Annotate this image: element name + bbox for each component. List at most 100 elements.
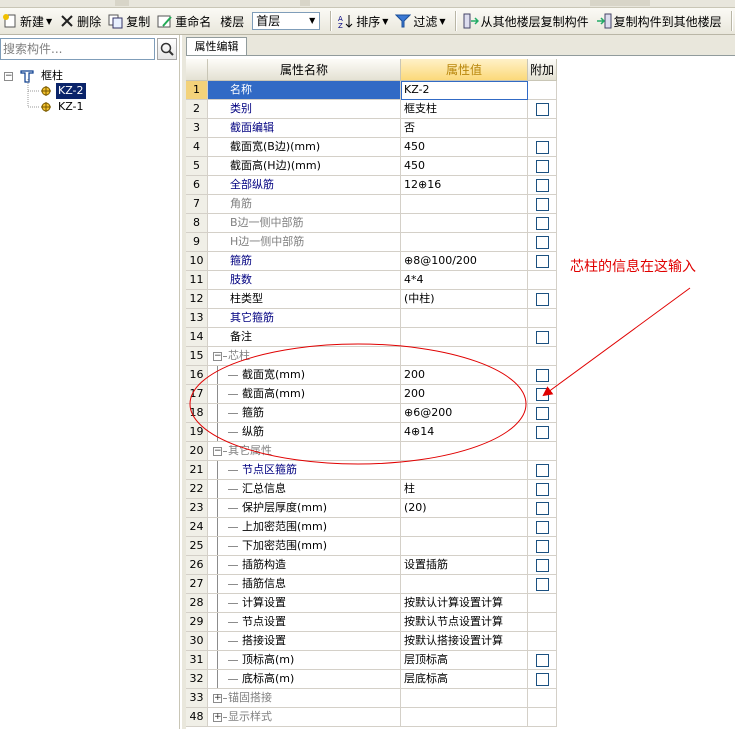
header-property-value[interactable]: 属性值 xyxy=(401,59,528,81)
property-name-cell[interactable]: H边一侧中部筋 xyxy=(208,233,401,252)
table-row[interactable]: 8 B边一侧中部筋 xyxy=(186,214,557,233)
append-checkbox[interactable] xyxy=(536,217,549,230)
expand-icon[interactable]: + xyxy=(213,694,222,703)
property-name-cell[interactable]: 类别 xyxy=(208,100,401,119)
property-name-cell[interactable]: 节点设置 xyxy=(208,613,401,632)
collapse-icon[interactable]: − xyxy=(213,447,222,456)
property-value-cell[interactable]: 按默认搭接设置计算 xyxy=(401,632,528,651)
property-name-cell[interactable]: 名称 xyxy=(208,81,401,100)
table-row[interactable]: 24 上加密范围(mm) xyxy=(186,518,557,537)
property-name-cell[interactable]: 全部纵筋 xyxy=(208,176,401,195)
append-checkbox[interactable] xyxy=(536,369,549,382)
property-name-cell[interactable]: + 显示样式 xyxy=(208,708,401,727)
table-row[interactable]: 33 + 锚固搭接 xyxy=(186,689,557,708)
property-value-cell[interactable]: 设置插筋 xyxy=(401,556,528,575)
property-value-cell[interactable] xyxy=(401,518,528,537)
property-name-cell[interactable]: 截面编辑 xyxy=(208,119,401,138)
copy-from-floor-button[interactable]: 从其他楼层复制构件 xyxy=(461,10,591,32)
table-row[interactable]: 13 其它箍筋 xyxy=(186,309,557,328)
property-name-cell[interactable]: B边一侧中部筋 xyxy=(208,214,401,233)
table-row[interactable]: 23 保护层厚度(mm) (20) xyxy=(186,499,557,518)
property-name-cell[interactable]: 汇总信息 xyxy=(208,480,401,499)
table-row[interactable]: 12 柱类型 (中柱) xyxy=(186,290,557,309)
property-value-cell[interactable]: 按默认计算设置计算 xyxy=(401,594,528,613)
property-name-cell[interactable]: 搭接设置 xyxy=(208,632,401,651)
property-name-cell[interactable]: − 其它属性 xyxy=(208,442,401,461)
property-name-cell[interactable]: 保护层厚度(mm) xyxy=(208,499,401,518)
property-name-cell[interactable]: 上加密范围(mm) xyxy=(208,518,401,537)
append-checkbox[interactable] xyxy=(536,331,549,344)
table-row[interactable]: 28 计算设置 按默认计算设置计算 xyxy=(186,594,557,613)
table-row[interactable]: 29 节点设置 按默认节点设置计算 xyxy=(186,613,557,632)
table-row[interactable]: 5 截面高(H边)(mm) 450 xyxy=(186,157,557,176)
copy-button[interactable]: 复制 xyxy=(106,10,152,32)
property-value-cell[interactable]: 柱 xyxy=(401,480,528,499)
property-name-cell[interactable]: 纵筋 xyxy=(208,423,401,442)
append-checkbox[interactable] xyxy=(536,654,549,667)
property-name-cell[interactable]: 备注 xyxy=(208,328,401,347)
property-value-cell[interactable] xyxy=(401,575,528,594)
property-value-cell[interactable]: 450 xyxy=(401,138,528,157)
property-value-cell[interactable]: 450 xyxy=(401,157,528,176)
table-row[interactable]: 22 汇总信息 柱 xyxy=(186,480,557,499)
property-name-cell[interactable]: 柱类型 xyxy=(208,290,401,309)
property-name-cell[interactable]: − 芯柱 xyxy=(208,347,401,366)
property-name-cell[interactable]: 底标高(m) xyxy=(208,670,401,689)
property-name-cell[interactable]: 顶标高(m) xyxy=(208,651,401,670)
table-row[interactable]: 30 搭接设置 按默认搭接设置计算 xyxy=(186,632,557,651)
append-checkbox[interactable] xyxy=(536,198,549,211)
property-name-cell[interactable]: 插筋信息 xyxy=(208,575,401,594)
append-checkbox[interactable] xyxy=(536,426,549,439)
append-checkbox[interactable] xyxy=(536,502,549,515)
property-name-cell[interactable]: 箍筋 xyxy=(208,252,401,271)
property-value-cell[interactable] xyxy=(401,689,528,708)
table-row[interactable]: 6 全部纵筋 12⊕16 xyxy=(186,176,557,195)
table-row[interactable]: 31 顶标高(m) 层顶标高 xyxy=(186,651,557,670)
append-checkbox[interactable] xyxy=(536,236,549,249)
property-value-cell[interactable]: 层底标高 xyxy=(401,670,528,689)
property-name-cell[interactable]: 截面宽(mm) xyxy=(208,366,401,385)
property-value-cell[interactable] xyxy=(401,537,528,556)
property-value-cell[interactable]: ⊕6@200 xyxy=(401,404,528,423)
append-checkbox[interactable] xyxy=(536,293,549,306)
property-name-cell[interactable]: 计算设置 xyxy=(208,594,401,613)
append-checkbox[interactable] xyxy=(536,521,549,534)
property-value-cell[interactable]: 框支柱 xyxy=(401,100,528,119)
append-checkbox[interactable] xyxy=(536,483,549,496)
property-value-cell[interactable] xyxy=(401,309,528,328)
table-row[interactable]: 15− 芯柱 xyxy=(186,347,557,366)
tree-item-kz-2[interactable]: KZ-2 xyxy=(40,83,86,99)
table-row[interactable]: 3 截面编辑 否 xyxy=(186,119,557,138)
table-row[interactable]: 48 + 显示样式 xyxy=(186,708,557,727)
table-row[interactable]: 21 节点区箍筋 xyxy=(186,461,557,480)
property-value-cell[interactable] xyxy=(401,214,528,233)
append-checkbox[interactable] xyxy=(536,179,549,192)
table-row[interactable]: 20− 其它属性 xyxy=(186,442,557,461)
property-name-cell[interactable]: 角筋 xyxy=(208,195,401,214)
append-checkbox[interactable] xyxy=(536,160,549,173)
rename-button[interactable]: 重命名 xyxy=(155,10,213,32)
table-row[interactable]: 25 下加密范围(mm) xyxy=(186,537,557,556)
table-row[interactable]: 10 箍筋 ⊕8@100/200 xyxy=(186,252,557,271)
tab-property-edit[interactable]: 属性编辑 xyxy=(186,37,247,55)
append-checkbox[interactable] xyxy=(536,540,549,553)
table-row[interactable]: 26 插筋构造 设置插筋 xyxy=(186,556,557,575)
property-value-cell[interactable]: 4*4 xyxy=(401,271,528,290)
sort-button[interactable]: AZ 排序 ▼ xyxy=(336,10,390,32)
floor-select[interactable]: 首层 ▼ xyxy=(252,12,321,30)
property-value-cell[interactable]: 12⊕16 xyxy=(401,176,528,195)
property-name-cell[interactable]: 截面高(mm) xyxy=(208,385,401,404)
property-name-cell[interactable]: 其它箍筋 xyxy=(208,309,401,328)
property-value-cell[interactable]: (20) xyxy=(401,499,528,518)
table-row[interactable]: 4 截面宽(B边)(mm) 450 xyxy=(186,138,557,157)
property-value-cell[interactable]: 否 xyxy=(401,119,528,138)
property-name-cell[interactable]: 插筋构造 xyxy=(208,556,401,575)
delete-button[interactable]: 删除 xyxy=(57,10,103,32)
property-value-cell[interactable]: 200 xyxy=(401,385,528,404)
table-row[interactable]: 2 类别 框支柱 xyxy=(186,100,557,119)
property-value-cell[interactable] xyxy=(401,347,528,366)
property-name-cell[interactable]: + 锚固搭接 xyxy=(208,689,401,708)
append-checkbox[interactable] xyxy=(536,141,549,154)
append-checkbox[interactable] xyxy=(536,103,549,116)
property-value-cell[interactable]: 4⊕14 xyxy=(401,423,528,442)
